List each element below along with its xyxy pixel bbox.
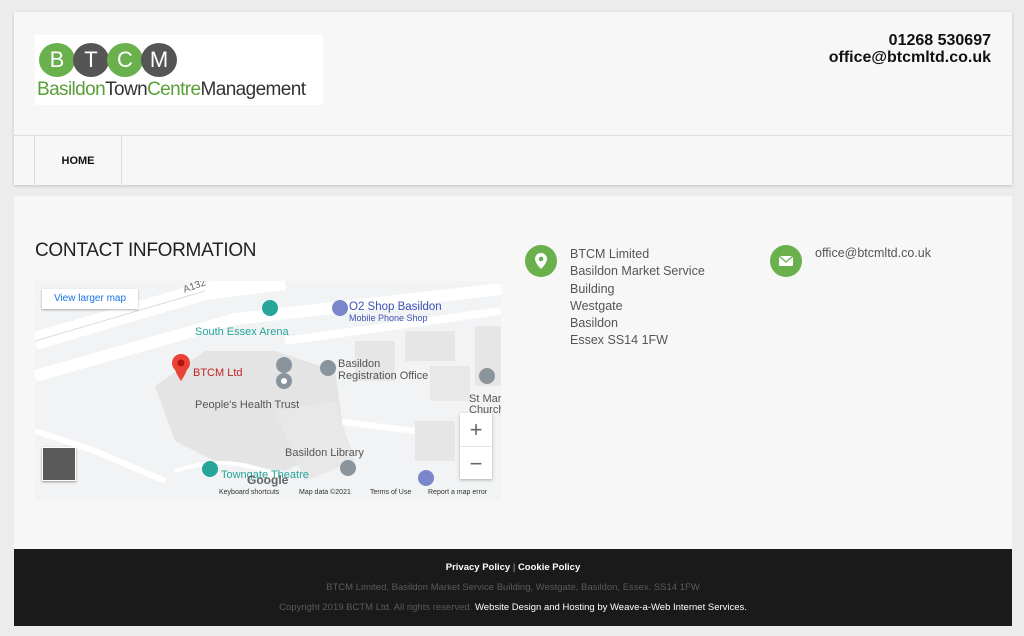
address-line: Westgate bbox=[570, 298, 623, 313]
logo-word-management: Management bbox=[200, 79, 307, 100]
header-contact: 01268 530697 office@btcmltd.co.uk bbox=[829, 32, 991, 66]
map-report-link[interactable]: Report a map error bbox=[428, 489, 487, 496]
cookie-policy-link[interactable]: Cookie Policy bbox=[518, 562, 580, 573]
copyright-text: Copyright 2019 BCTM Ltd. All rights rese… bbox=[279, 602, 473, 613]
logo-word-centre: Centre bbox=[147, 79, 201, 100]
map-shortcuts-link[interactable]: Keyboard shortcuts bbox=[219, 489, 279, 496]
logo-word-basildon: Basildon bbox=[37, 79, 106, 100]
view-larger-map-button[interactable]: View larger map bbox=[42, 289, 138, 309]
map-footer: Keyboard shortcuts Map data ©2021 Terms … bbox=[35, 486, 501, 500]
contact-address: BTCM Limited Basildon Market Service Bui… bbox=[570, 246, 705, 350]
map-label-o2[interactable]: O2 Shop Basildon bbox=[349, 301, 442, 313]
footer-link-separator: | bbox=[512, 562, 516, 573]
privacy-policy-link[interactable]: Privacy Policy bbox=[446, 562, 510, 573]
header-phone[interactable]: 01268 530697 bbox=[829, 32, 991, 49]
address-line: Building bbox=[570, 281, 615, 296]
map-label-registration-1[interactable]: Basildon bbox=[338, 358, 380, 370]
logo-letter-c: C bbox=[107, 43, 143, 77]
footer-copyright: Copyright 2019 BCTM Ltd. All rights rese… bbox=[14, 602, 1012, 613]
map-label-peoples-health[interactable]: People's Health Trust bbox=[195, 399, 299, 411]
web-design-credit-link[interactable]: Website Design and Hosting by Weave-a-We… bbox=[475, 602, 747, 613]
btcm-logo[interactable]: B T C M BasildonTownCentreManagement bbox=[35, 35, 323, 105]
map-label-registration-2[interactable]: Registration Office bbox=[338, 370, 428, 382]
map-label-arena[interactable]: South Essex Arena bbox=[195, 326, 289, 338]
footer-links: Privacy Policy | Cookie Policy bbox=[14, 562, 1012, 573]
contact-email[interactable]: office@btcmltd.co.uk bbox=[815, 246, 931, 260]
map-zoom-control: + − bbox=[460, 413, 492, 479]
logo-word-town: Town bbox=[105, 79, 148, 100]
logo-letter-m: M bbox=[141, 43, 177, 77]
page-title: CONTACT INFORMATION bbox=[35, 240, 257, 261]
header-email[interactable]: office@btcmltd.co.uk bbox=[829, 49, 991, 66]
map-terms-link[interactable]: Terms of Use bbox=[370, 489, 411, 496]
map-label-btcm[interactable]: BTCM Ltd bbox=[193, 367, 243, 379]
address-line: Basildon bbox=[570, 316, 618, 331]
address-line: Basildon Market Service bbox=[570, 264, 705, 279]
logo-tagline: BasildonTownCentreManagement bbox=[37, 79, 307, 101]
envelope-icon bbox=[770, 245, 802, 277]
embedded-map[interactable]: A132 South Essex Arena O2 Shop Basildon … bbox=[35, 281, 501, 500]
main-content: CONTACT INFORMATION A132 South Essex Are… bbox=[14, 196, 1012, 549]
address-line: BTCM Limited bbox=[570, 247, 650, 261]
map-canvas bbox=[35, 281, 501, 500]
address-line: Essex SS14 1FW bbox=[570, 333, 668, 348]
google-logo: Google bbox=[247, 473, 289, 487]
zoom-out-button[interactable]: − bbox=[460, 447, 492, 480]
map-label-library[interactable]: Basildon Library bbox=[285, 447, 364, 459]
map-data-text: Map data ©2021 bbox=[299, 489, 351, 496]
footer-address: BTCM Limited, Basildon Market Service Bu… bbox=[326, 582, 700, 593]
site-footer: Privacy Policy | Cookie Policy BTCM Limi… bbox=[14, 549, 1012, 626]
site-header: B T C M BasildonTownCentreManagement 012… bbox=[14, 12, 1012, 186]
nav-item-home[interactable]: HOME bbox=[34, 136, 122, 186]
main-nav: HOME bbox=[14, 135, 1012, 186]
location-pin-icon bbox=[525, 245, 557, 277]
logo-letter-t: T bbox=[73, 43, 109, 77]
street-view-icon[interactable] bbox=[42, 447, 76, 481]
zoom-in-button[interactable]: + bbox=[460, 413, 492, 446]
map-label-o2-sub: Mobile Phone Shop bbox=[349, 313, 428, 323]
logo-letter-b: B bbox=[39, 43, 75, 77]
